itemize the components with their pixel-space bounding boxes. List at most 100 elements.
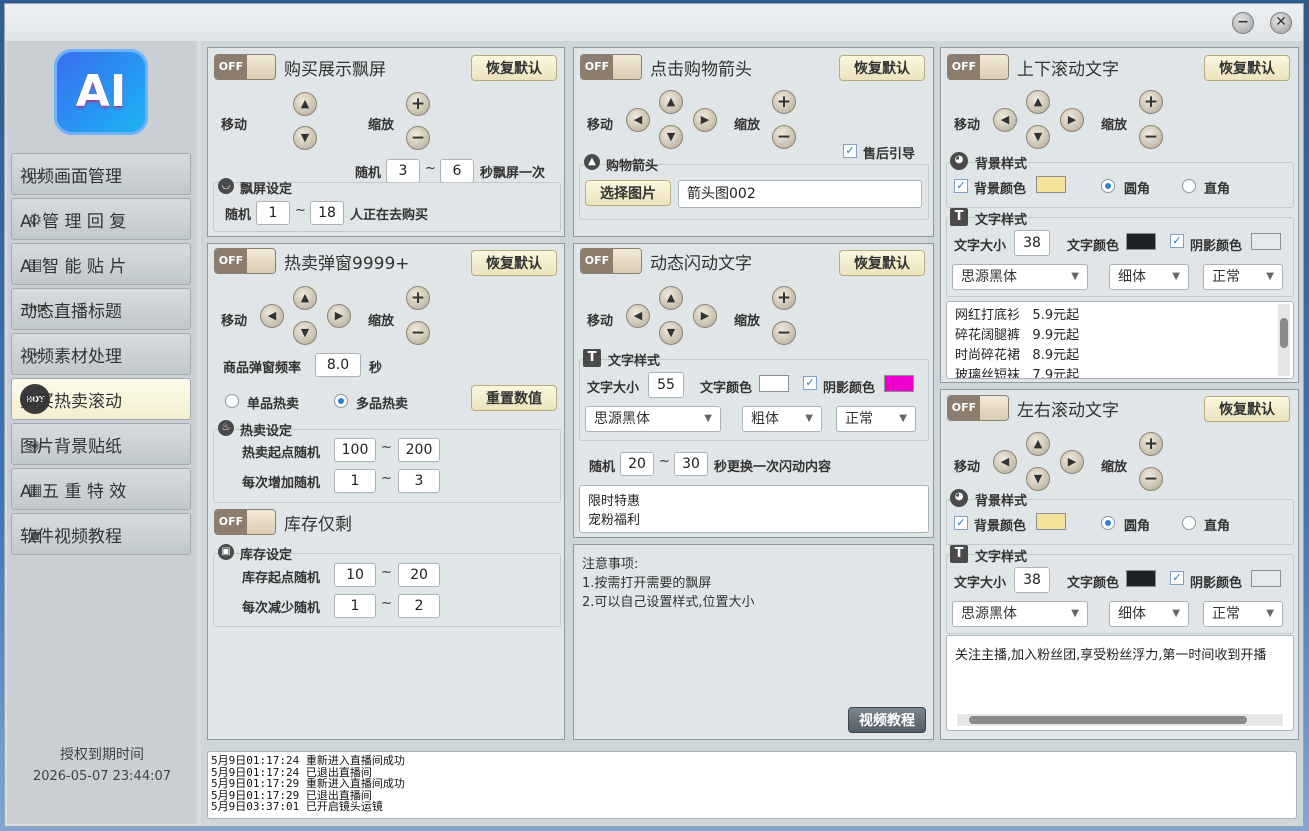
move-left-button[interactable]: ◀ (260, 304, 284, 328)
font-weight-select[interactable]: 细体 ▼ (1109, 264, 1189, 290)
reset-default-button[interactable]: 恢复默认 (1204, 55, 1290, 81)
stock-dec-max-input[interactable]: 2 (398, 594, 440, 618)
stock-toggle[interactable]: OFF (214, 509, 276, 535)
move-up-button[interactable]: ▲ (293, 286, 317, 310)
hot-inc-max-input[interactable]: 3 (398, 469, 440, 493)
font-family-select[interactable]: 思源黑体 ▼ (952, 264, 1088, 290)
bg-color-checkbox[interactable]: ✓ (954, 179, 968, 193)
move-left-button[interactable]: ◀ (993, 108, 1017, 132)
shadow-color-swatch[interactable] (1251, 233, 1281, 250)
font-size-input[interactable]: 38 (1014, 230, 1050, 256)
font-size-input[interactable]: 38 (1014, 567, 1050, 593)
popup-freq-input[interactable]: 8.0 (315, 353, 361, 377)
vscroll-text-area[interactable]: 网红打底衫 5.9元起 碎花阔腿裤 9.9元起 时尚碎花裙 8.9元起 玻璃丝短… (946, 301, 1294, 379)
hot-start-min-input[interactable]: 100 (334, 438, 376, 462)
move-up-button[interactable]: ▲ (659, 286, 683, 310)
float-toggle[interactable]: OFF (214, 54, 276, 80)
shadow-color-swatch[interactable] (884, 375, 914, 392)
zoom-out-button[interactable]: − (1139, 467, 1163, 491)
flash-toggle[interactable]: OFF (580, 248, 642, 274)
bg-color-swatch[interactable] (1036, 176, 1066, 193)
font-color-swatch[interactable] (1126, 233, 1156, 250)
people-min-input[interactable]: 1 (256, 201, 290, 225)
horizontal-scrollbar[interactable] (957, 714, 1283, 726)
move-up-button[interactable]: ▲ (1026, 90, 1050, 114)
hscroll-text-area[interactable]: 关注主播,加入粉丝团,享受粉丝浮力,第一时间收到开播 (946, 635, 1294, 731)
move-down-button[interactable]: ▼ (659, 125, 683, 149)
hot-start-max-input[interactable]: 200 (398, 438, 440, 462)
zoom-in-button[interactable]: + (406, 92, 430, 116)
scrollbar-thumb[interactable] (1280, 318, 1288, 348)
move-right-button[interactable]: ▶ (327, 304, 351, 328)
reset-default-button[interactable]: 恢复默认 (839, 55, 925, 81)
interval-min-input[interactable]: 3 (386, 159, 420, 183)
move-up-button[interactable]: ▲ (293, 92, 317, 116)
zoom-out-button[interactable]: − (406, 321, 430, 345)
zoom-in-button[interactable]: + (1139, 432, 1163, 456)
hscroll-toggle[interactable]: OFF (947, 395, 1009, 421)
arrow-toggle[interactable]: OFF (580, 54, 642, 80)
shadow-checkbox[interactable]: ✓ (803, 376, 817, 390)
font-style-select[interactable]: 正常 ▼ (836, 406, 916, 432)
square-radio[interactable] (1182, 179, 1196, 193)
font-style-select[interactable]: 正常 ▼ (1203, 601, 1283, 627)
move-right-button[interactable]: ▶ (1060, 108, 1084, 132)
single-hot-radio[interactable] (225, 394, 239, 408)
reset-default-button[interactable]: 恢复默认 (839, 250, 925, 276)
flash-max-input[interactable]: 30 (674, 452, 708, 476)
interval-max-input[interactable]: 6 (440, 159, 474, 183)
font-color-swatch[interactable] (759, 375, 789, 392)
zoom-out-button[interactable]: − (772, 321, 796, 345)
square-radio[interactable] (1182, 516, 1196, 530)
font-color-swatch[interactable] (1126, 570, 1156, 587)
sidebar-item-ai-sticker[interactable]: ▤ AI 智 能 贴 片 (11, 243, 191, 285)
font-size-input[interactable]: 55 (648, 372, 684, 398)
bg-color-checkbox[interactable]: ✓ (954, 516, 968, 530)
sidebar-item-video-material[interactable]: ✂ 视频素材处理 (11, 333, 191, 375)
shadow-checkbox[interactable]: ✓ (1170, 234, 1184, 248)
sidebar-item-ai-effects[interactable]: ▦ AI 五 重 特 效 (11, 468, 191, 510)
move-down-button[interactable]: ▼ (293, 126, 317, 150)
stock-start-max-input[interactable]: 20 (398, 563, 440, 587)
scrollbar-thumb[interactable] (969, 716, 1247, 724)
reset-default-button[interactable]: 恢复默认 (471, 55, 557, 81)
bg-color-swatch[interactable] (1036, 513, 1066, 530)
zoom-in-button[interactable]: + (772, 90, 796, 114)
reset-values-button[interactable]: 重置数值 (471, 385, 557, 411)
sidebar-item-video-manage[interactable]: ▭ 视频画面管理 (11, 153, 191, 195)
sidebar-item-tutorial[interactable]: ▣ 软件视频教程 (11, 513, 191, 555)
sidebar-item-ai-reply[interactable]: ⚙ AI 管 理 回 复 (11, 198, 191, 240)
move-up-button[interactable]: ▲ (659, 90, 683, 114)
move-down-button[interactable]: ▼ (293, 321, 317, 345)
zoom-out-button[interactable]: − (772, 125, 796, 149)
font-style-select[interactable]: 正常 ▼ (1203, 264, 1283, 290)
font-weight-select[interactable]: 粗体 ▼ (742, 406, 822, 432)
move-right-button[interactable]: ▶ (1060, 450, 1084, 474)
reset-default-button[interactable]: 恢复默认 (471, 250, 557, 276)
flash-min-input[interactable]: 20 (620, 452, 654, 476)
move-down-button[interactable]: ▼ (1026, 125, 1050, 149)
after-sale-checkbox[interactable]: ✓ (843, 144, 857, 158)
font-weight-select[interactable]: 细体 ▼ (1109, 601, 1189, 627)
move-left-button[interactable]: ◀ (626, 108, 650, 132)
shadow-checkbox[interactable]: ✓ (1170, 571, 1184, 585)
multi-hot-radio[interactable] (334, 394, 348, 408)
flash-text-area[interactable]: 限时特惠 宠粉福利 (579, 485, 929, 533)
font-family-select[interactable]: 思源黑体 ▼ (585, 406, 721, 432)
zoom-out-button[interactable]: − (1139, 125, 1163, 149)
font-family-select[interactable]: 思源黑体 ▼ (952, 601, 1088, 627)
round-radio[interactable] (1101, 179, 1115, 193)
round-radio[interactable] (1101, 516, 1115, 530)
stock-dec-min-input[interactable]: 1 (334, 594, 376, 618)
sidebar-item-live-title[interactable]: Title 动态直播标题 (11, 288, 191, 330)
shadow-color-swatch[interactable] (1251, 570, 1281, 587)
choose-image-button[interactable]: 选择图片 (585, 180, 671, 206)
move-down-button[interactable]: ▼ (1026, 467, 1050, 491)
zoom-in-button[interactable]: + (406, 286, 430, 310)
move-left-button[interactable]: ◀ (993, 450, 1017, 474)
close-button[interactable]: ✕ (1270, 12, 1292, 34)
move-left-button[interactable]: ◀ (626, 304, 650, 328)
move-right-button[interactable]: ▶ (693, 304, 717, 328)
hot-popup-toggle[interactable]: OFF (214, 248, 276, 274)
image-name-input[interactable]: 箭头图002 (678, 180, 922, 208)
